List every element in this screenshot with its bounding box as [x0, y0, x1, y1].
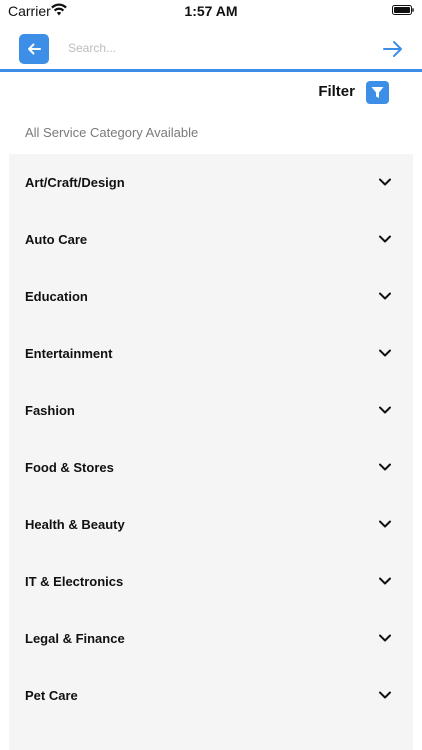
chevron-down-icon	[379, 178, 391, 186]
chevron-down-icon	[379, 577, 391, 585]
battery-icon	[392, 5, 414, 15]
back-button[interactable]	[19, 34, 49, 64]
category-item-fashion[interactable]: Fashion	[9, 382, 413, 439]
category-label: Legal & Finance	[25, 631, 125, 646]
category-label: Fashion	[25, 403, 75, 418]
chevron-down-icon	[379, 292, 391, 300]
category-item-entertainment[interactable]: Entertainment	[9, 325, 413, 382]
search-input[interactable]	[62, 35, 374, 61]
category-item-food-stores[interactable]: Food & Stores	[9, 439, 413, 496]
category-list: Art/Craft/Design Auto Care Education Ent…	[9, 154, 413, 750]
chevron-down-icon	[379, 235, 391, 243]
category-label: Pet Care	[25, 688, 78, 703]
category-label: Art/Craft/Design	[25, 175, 125, 190]
chevron-down-icon	[379, 634, 391, 642]
status-bar: Carrier 1:57 AM	[0, 0, 422, 22]
clock-time: 1:57 AM	[184, 3, 238, 19]
category-label: Food & Stores	[25, 460, 114, 475]
funnel-icon	[371, 87, 384, 98]
chevron-down-icon	[379, 691, 391, 699]
filter-label[interactable]: Filter	[318, 83, 355, 100]
arrow-right-icon	[383, 41, 402, 57]
category-label: IT & Electronics	[25, 574, 124, 589]
category-item-health-beauty[interactable]: Health & Beauty	[9, 496, 413, 553]
category-item-it-electronics[interactable]: IT & Electronics	[9, 553, 413, 610]
category-item-auto-care[interactable]: Auto Care	[9, 211, 413, 268]
search-header	[0, 22, 422, 70]
section-title: All Service Category Available	[25, 125, 199, 140]
chevron-down-icon	[379, 463, 391, 471]
chevron-down-icon	[379, 520, 391, 528]
chevron-down-icon	[379, 349, 391, 357]
header-divider	[0, 69, 422, 72]
category-item-education[interactable]: Education	[9, 268, 413, 325]
category-label: Health & Beauty	[25, 517, 125, 532]
filter-button[interactable]	[366, 81, 389, 104]
arrow-left-icon	[28, 43, 41, 55]
category-item-legal-finance[interactable]: Legal & Finance	[9, 610, 413, 667]
category-label: Auto Care	[25, 232, 88, 247]
category-item-pet-care[interactable]: Pet Care	[9, 667, 413, 724]
search-submit-button[interactable]	[382, 38, 404, 60]
category-label: Education	[25, 289, 88, 304]
category-label: Entertainment	[25, 346, 113, 361]
category-item-art-craft-design[interactable]: Art/Craft/Design	[9, 154, 413, 211]
chevron-down-icon	[379, 406, 391, 414]
